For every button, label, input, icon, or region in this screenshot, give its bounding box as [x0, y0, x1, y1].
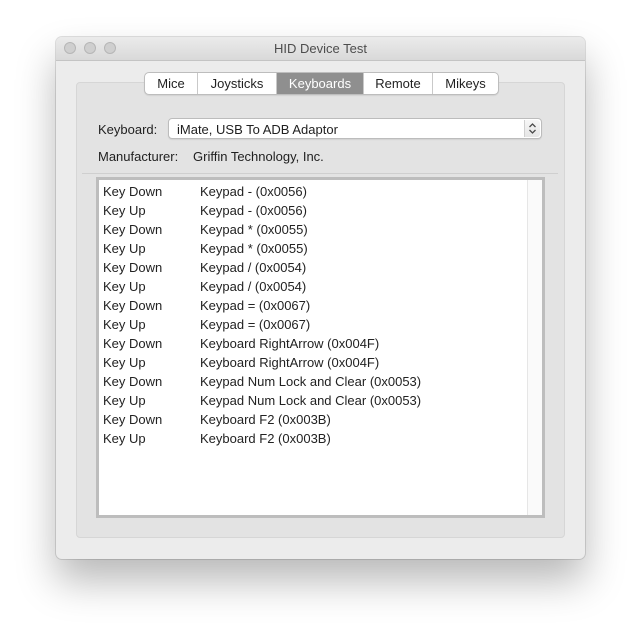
- log-key-name: Keypad * (0x0055): [200, 241, 308, 256]
- tab-mikeys[interactable]: Mikeys: [433, 73, 498, 94]
- tab-keyboards[interactable]: Keyboards: [277, 73, 364, 94]
- tab-bar: Mice Joysticks Keyboards Remote Mikeys: [144, 72, 499, 95]
- event-log-rows: Key Down Keypad - (0x0056) Key Up Keypad - …: [99, 183, 526, 449]
- log-key-name: Keyboard RightArrow (0x004F): [200, 336, 380, 351]
- log-event-type: Key Down: [103, 298, 163, 313]
- log-row[interactable]: Key Up Keypad = (0x0067): [99, 316, 526, 335]
- log-row[interactable]: Key Up Keypad * (0x0055): [99, 240, 526, 259]
- log-row[interactable]: Key Down Keypad = (0x0067): [99, 297, 526, 316]
- log-event-type: Key Up: [103, 203, 146, 218]
- log-key-name: Keypad Num Lock and Clear (0x0053): [200, 393, 422, 408]
- log-row[interactable]: Key Down Keypad - (0x0056): [99, 183, 526, 202]
- log-key-name: Keypad * (0x0055): [200, 222, 308, 237]
- log-key-name: Keypad / (0x0054): [200, 260, 307, 275]
- log-row[interactable]: Key Down Keyboard RightArrow (0x004F): [99, 335, 526, 354]
- log-event-type: Key Down: [103, 374, 163, 389]
- log-key-name: Keypad Num Lock and Clear (0x0053): [200, 374, 422, 389]
- log-key-name: Keyboard F2 (0x003B): [200, 412, 331, 427]
- log-row[interactable]: Key Down Keypad Num Lock and Clear (0x005…: [99, 373, 526, 392]
- keyboard-select[interactable]: iMate, USB To ADB Adaptor: [168, 118, 542, 139]
- log-key-name: Keyboard F2 (0x003B): [200, 431, 331, 446]
- log-event-type: Key Up: [103, 317, 146, 332]
- tab-mice[interactable]: Mice: [145, 73, 198, 94]
- log-event-type: Key Up: [103, 393, 146, 408]
- log-row[interactable]: Key Down Keypad * (0x0055): [99, 221, 526, 240]
- tab-remote[interactable]: Remote: [364, 73, 433, 94]
- log-event-type: Key Down: [103, 222, 163, 237]
- log-key-name: Keypad = (0x0067): [200, 317, 311, 332]
- log-key-name: Keypad - (0x0056): [200, 203, 307, 218]
- log-event-type: Key Down: [103, 260, 163, 275]
- updown-arrows-icon: [524, 120, 540, 137]
- app-window: HID Device Test Mice Joysticks Keyboards…: [56, 37, 585, 559]
- log-event-type: Key Up: [103, 431, 146, 446]
- log-key-name: Keypad / (0x0054): [200, 279, 307, 294]
- log-event-type: Key Up: [103, 355, 146, 370]
- log-event-type: Key Up: [103, 279, 146, 294]
- title-bar[interactable]: HID Device Test: [56, 37, 585, 61]
- log-row[interactable]: Key Up Keypad - (0x0056): [99, 202, 526, 221]
- log-event-type: Key Down: [103, 412, 163, 427]
- log-key-name: Keypad = (0x0067): [200, 298, 311, 313]
- keyboard-label: Keyboard:: [98, 122, 158, 137]
- log-row[interactable]: Key Up Keyboard F2 (0x003B): [99, 430, 526, 449]
- log-row[interactable]: Key Down Keypad / (0x0054): [99, 259, 526, 278]
- log-row[interactable]: Key Up Keyboard RightArrow (0x004F): [99, 354, 526, 373]
- log-event-type: Key Down: [103, 184, 163, 199]
- log-row[interactable]: Key Up Keypad Num Lock and Clear (0x0053): [99, 392, 526, 411]
- manufacturer-value: Griffin Technology, Inc.: [193, 149, 324, 164]
- log-event-type: Key Down: [103, 336, 163, 351]
- log-row[interactable]: Key Up Keypad / (0x0054): [99, 278, 526, 297]
- log-event-type: Key Up: [103, 241, 146, 256]
- log-key-name: Keyboard RightArrow (0x004F): [200, 355, 380, 370]
- window-title: HID Device Test: [274, 41, 367, 56]
- vertical-scrollbar[interactable]: [527, 180, 542, 515]
- event-log[interactable]: Key Down Keypad - (0x0056) Key Up Keypad - …: [96, 177, 545, 518]
- tab-joysticks[interactable]: Joysticks: [198, 73, 277, 94]
- log-row[interactable]: Key Down Keyboard F2 (0x003B): [99, 411, 526, 430]
- divider: [82, 173, 558, 174]
- log-key-name: Keypad - (0x0056): [200, 184, 307, 199]
- keyboard-select-value: iMate, USB To ADB Adaptor: [177, 122, 338, 137]
- manufacturer-label: Manufacturer:: [98, 149, 179, 164]
